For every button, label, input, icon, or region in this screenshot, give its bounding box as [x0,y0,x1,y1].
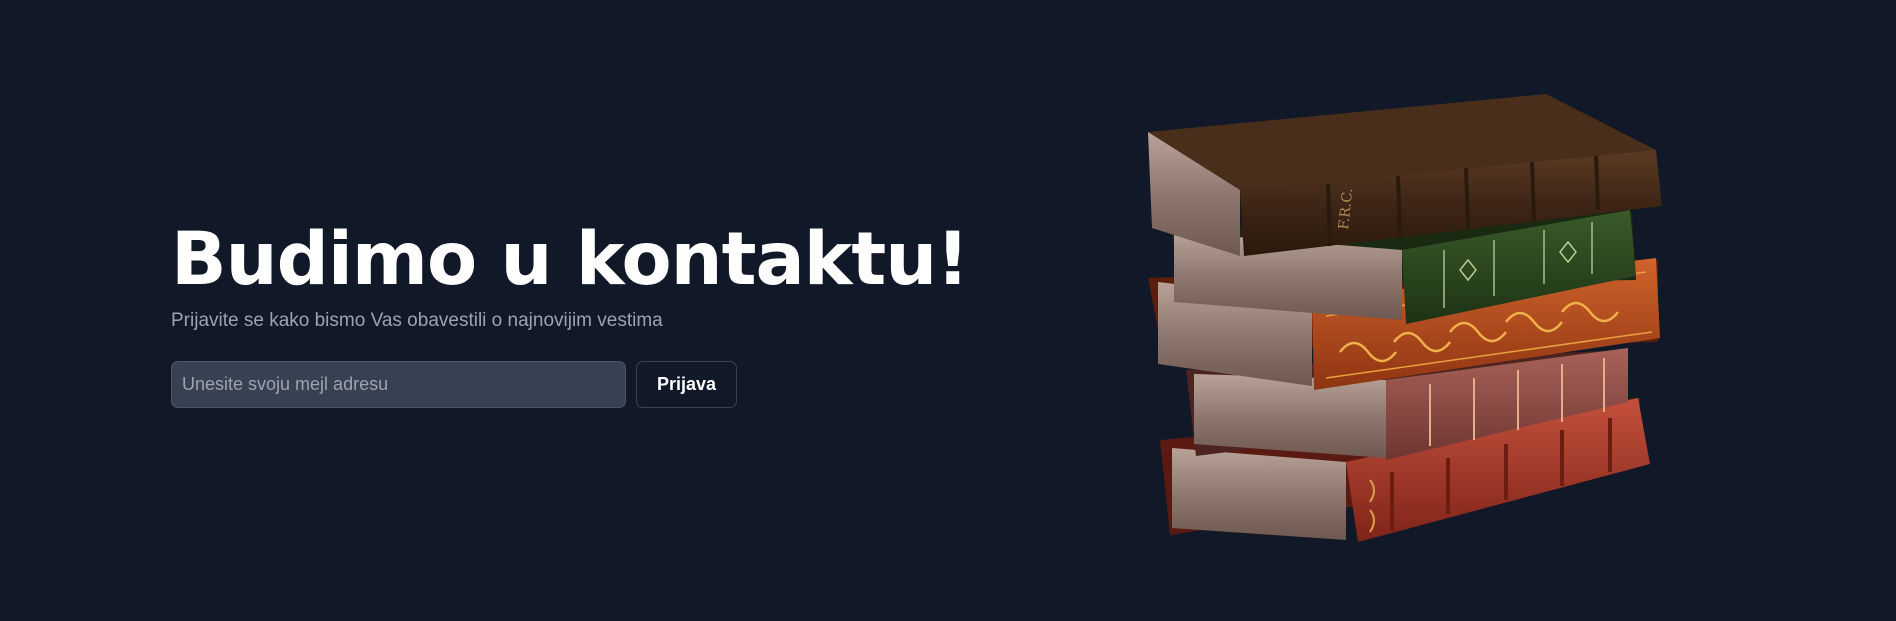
hero-title: Budimo u kontaktu! [171,217,969,302]
email-input[interactable] [171,361,626,408]
hero-subtitle: Prijavite se kako bismo Vas obavestili o… [171,310,663,331]
newsletter-signup-form: Prijava [171,361,968,408]
hero-section: Budimo u kontaktu! Prijavite se kako bis… [171,217,969,408]
subscribe-button[interactable]: Prijava [636,361,738,408]
stack-of-books-illustration: F.R.C. [1148,94,1662,542]
